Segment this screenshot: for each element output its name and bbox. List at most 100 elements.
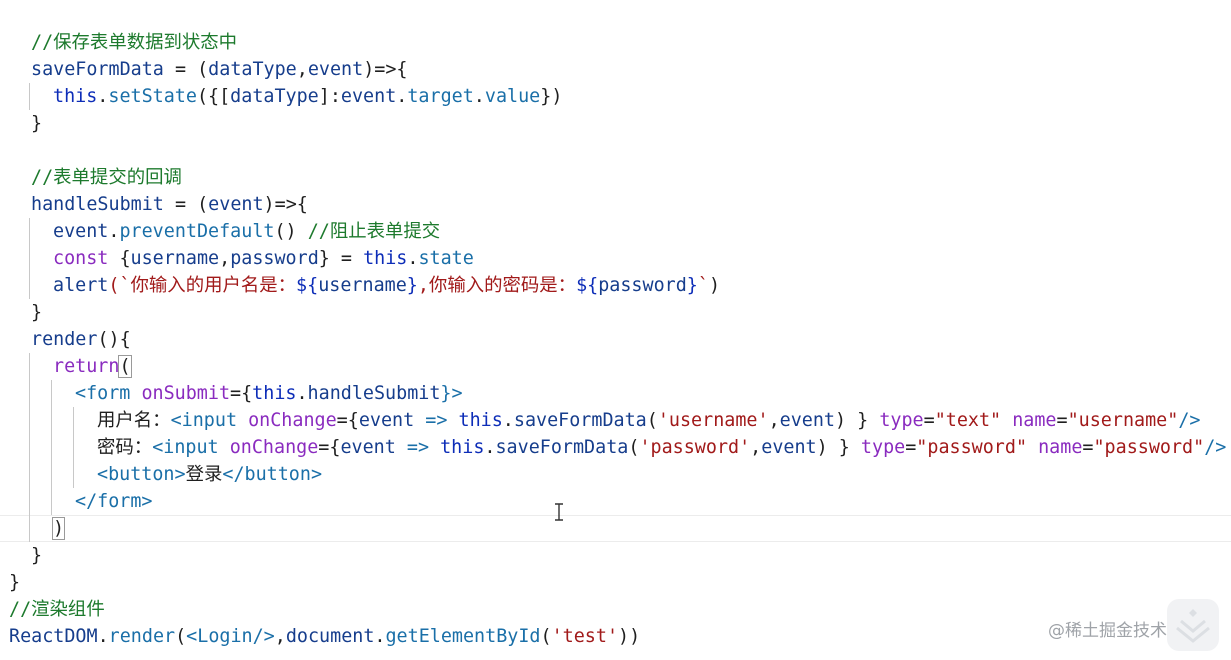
code-token: 登录	[185, 464, 223, 485]
indent-guide	[29, 353, 30, 542]
code-token: (	[646, 410, 658, 431]
code-token: ${	[576, 275, 599, 296]
code-token: )	[51, 517, 66, 540]
code-line[interactable]: this.setState({[dataType]:event.target.v…	[53, 83, 562, 110]
code-line[interactable]: <form onSubmit={this.handleSubmit}>	[75, 380, 463, 407]
code-token: } =	[318, 248, 364, 269]
code-token: const	[53, 248, 109, 269]
code-token: target	[407, 86, 474, 107]
code-line[interactable]: ReactDOM.render(<Login/>,document.getEle…	[9, 623, 640, 650]
code-line[interactable]: 密码：<input onChange={event => this.saveFo…	[97, 434, 1226, 461]
code-token: ({[	[196, 86, 231, 107]
code-token: }	[31, 302, 43, 323]
indent-guide	[73, 407, 74, 488]
code-token: //渲染组件	[9, 599, 105, 620]
code-token: value	[484, 86, 541, 107]
code-line[interactable]: handleSubmit = (event)=>{	[31, 191, 308, 218]
code-token: saveFormData	[495, 437, 629, 458]
code-line[interactable]: </form>	[75, 488, 153, 515]
code-token: (	[628, 437, 640, 458]
code-line[interactable]: saveFormData = (dataType,event)=>{	[31, 56, 408, 83]
code-token: = (	[163, 59, 209, 80]
code-line[interactable]: render(){	[31, 326, 131, 353]
code-line[interactable]: //渲染组件	[9, 596, 105, 623]
code-token: ,	[219, 248, 231, 269]
current-line-highlight	[0, 515, 1231, 542]
code-line[interactable]: //保存表单数据到状态中	[31, 29, 237, 56]
code-token: .	[473, 86, 485, 107]
code-token: "text"	[934, 410, 1002, 431]
code-editor[interactable]: //保存表单数据到状态中 saveFormData = (dataType,eve…	[0, 0, 1231, 660]
code-line[interactable]: )	[51, 515, 66, 542]
code-token: ]:	[318, 86, 341, 107]
code-line[interactable]: <button>登录</button>	[97, 461, 322, 488]
code-token: }	[686, 275, 698, 296]
code-line[interactable]: }	[9, 569, 20, 596]
code-token: ={	[336, 410, 359, 431]
indent-guide	[29, 218, 30, 299]
code-token: </form>	[75, 491, 153, 512]
code-token: type	[879, 410, 924, 431]
code-token: })	[540, 86, 563, 107]
juejin-logo-icon	[1167, 599, 1219, 651]
code-token: (`你输入的用户名是：	[108, 275, 297, 296]
code-token: (	[175, 626, 187, 647]
code-token: 用户名：	[97, 410, 171, 431]
code-token: setState	[108, 86, 197, 107]
code-token: ${	[296, 275, 319, 296]
code-token: password	[598, 275, 687, 296]
code-token: name	[1038, 437, 1083, 458]
code-token: .	[296, 383, 308, 404]
code-token: {	[108, 248, 131, 269]
code-token: .	[484, 437, 496, 458]
code-token: `	[697, 275, 709, 296]
code-line[interactable]: const {username,password} = this.state	[53, 245, 474, 272]
code-line[interactable]: 用户名：<input onChange={event => this.saveF…	[97, 407, 1200, 434]
code-token: event	[779, 410, 836, 431]
code-token: />	[1178, 410, 1201, 431]
code-token: <button>	[97, 464, 186, 485]
code-line[interactable]: //表单提交的回调	[31, 164, 182, 191]
code-token: (){	[97, 329, 131, 350]
code-line[interactable]: }	[31, 542, 42, 569]
code-token: "password"	[916, 437, 1028, 458]
code-line[interactable]: alert(`你输入的用户名是：${username},你输入的密码是：${pa…	[53, 272, 720, 299]
code-token: event	[340, 86, 397, 107]
code-token: this	[440, 437, 485, 458]
code-token: this	[53, 86, 98, 107]
code-token: //表单提交的回调	[31, 167, 182, 188]
code-token: event	[761, 437, 817, 458]
code-token: 'password'	[639, 437, 751, 458]
code-token: <form	[75, 383, 142, 404]
code-line[interactable]: }	[31, 299, 42, 326]
code-token: dataType	[208, 59, 297, 80]
code-token: =	[923, 410, 935, 431]
code-token: (	[118, 355, 132, 378]
code-token: />	[1204, 437, 1227, 458]
text-cursor-icon	[555, 503, 563, 521]
code-token: }>	[440, 383, 463, 404]
code-line[interactable]: event.preventDefault() //阻止表单提交	[53, 218, 440, 245]
code-token: ,	[750, 437, 762, 458]
code-token: dataType	[230, 86, 319, 107]
code-token: event	[340, 437, 396, 458]
code-token: (	[540, 626, 552, 647]
code-token: ) }	[835, 410, 880, 431]
code-token: }	[9, 572, 21, 593]
code-token: //阻止表单提交	[307, 221, 441, 242]
code-token: onSubmit	[141, 383, 231, 404]
code-token: ))	[618, 626, 641, 647]
code-token: <input	[170, 410, 249, 431]
code-token: .	[502, 410, 514, 431]
code-token: handleSubmit	[31, 194, 164, 215]
code-line[interactable]: }	[31, 110, 42, 137]
code-token: //保存表单数据到状态中	[31, 32, 238, 53]
code-line[interactable]: return(	[53, 353, 132, 380]
code-token: .	[97, 86, 109, 107]
code-token: ,你输入的密码是：	[417, 275, 577, 296]
code-token: 'username'	[657, 410, 769, 431]
code-token: name	[1012, 410, 1057, 431]
code-token: )=>{	[363, 59, 408, 80]
